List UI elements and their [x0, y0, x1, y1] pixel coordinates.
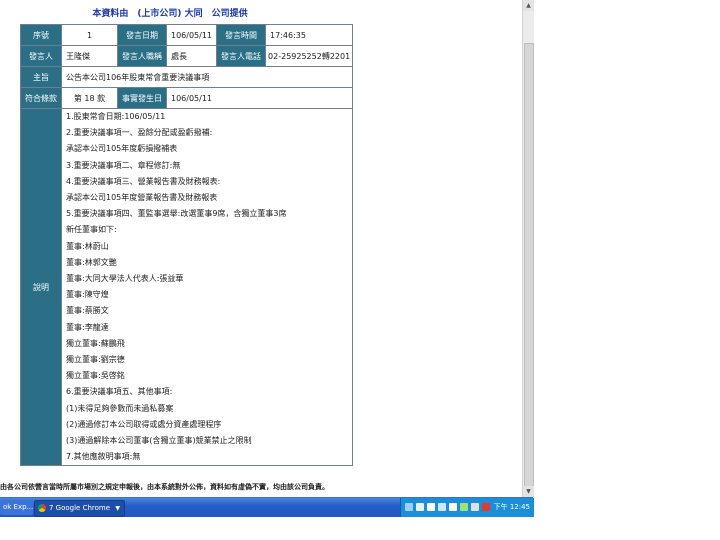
table-row: 說明 1.股東常會日期:106/05/11 2.重要決議事項一、盈餘分配或盈虧撥補… [20, 107, 354, 467]
subject-label: 主旨 [20, 66, 62, 88]
description-line: 2.重要決議事項一、盈餘分配或盈虧撥補: [66, 128, 213, 138]
disclaimer-text: 由各公司依營言當時所屬市場別之規定申報後，由本系統對外公佈，資料如有虛偽不實，均… [0, 483, 329, 491]
system-tray: 下午 12:45 [400, 498, 534, 517]
chevron-down-icon: ▼ [115, 505, 120, 512]
event-date-value: 106/05/11 [165, 87, 354, 109]
description-line: 獨立董事:蘇鵬飛 [66, 338, 125, 348]
description-label: 說明 [20, 107, 62, 467]
description-line: (3)通過解除本公司董事(含獨立董事)競業禁止之限制 [66, 436, 252, 446]
chrome-icon [38, 504, 46, 512]
description-line: 5.重要決議事項四、董監事選舉:改選董事9席，含獨立董事3席 [66, 209, 287, 219]
scrollbar-thumb[interactable] [524, 43, 534, 491]
event-date-label: 事實發生日 [117, 87, 167, 109]
description-body: 1.股東常會日期:106/05/11 2.重要決議事項一、盈餘分配或盈虧撥補: 承認… [60, 107, 354, 467]
description-line: 7.其他應敘明事項:無 [66, 452, 141, 462]
scroll-down-icon[interactable]: ▼ [523, 486, 534, 497]
security-icon[interactable] [460, 503, 468, 511]
seq-label: 序號 [20, 24, 62, 46]
description-line: 獨立董事:劉宗德 [66, 355, 125, 365]
table-row: 主旨 公告本公司106年股東常會重要決議事項 [20, 66, 354, 88]
taskbar: ok Exp... 7 Google Chrome ▼ 下午 12:45 [0, 497, 534, 517]
clause-label: 符合條款 [20, 87, 62, 109]
time-value: 17:46:35 [265, 24, 354, 46]
description-line: 董事:陳守煌 [66, 290, 109, 300]
description-line: 4.重要決議事項三、營業報告書及財務報表: [66, 176, 221, 186]
description-line: 董事:林郭文艷 [66, 257, 117, 267]
taskbar-item-chrome-label: 7 Google Chrome [49, 504, 111, 512]
table-row: 發言人 王隆傑 發言人職稱 處長 發言人電話 02-25925252轉2201 [20, 45, 354, 67]
date-label: 發言日期 [117, 24, 167, 46]
vertical-scrollbar[interactable]: ▲ ▼ [522, 0, 534, 497]
speaker-phone-label: 發言人電話 [216, 45, 267, 67]
description-line: 1.股東常會日期:106/05/11 [66, 112, 166, 121]
scroll-up-icon[interactable]: ▲ [523, 0, 534, 11]
page-title: 本資料由 (上市公司) 大同 公司提供 [92, 9, 248, 19]
clause-value: 第 18 款 [61, 87, 118, 109]
speaker-phone-value: 02-25925252轉2201 [265, 45, 354, 67]
taskbar-item-chrome[interactable]: 7 Google Chrome ▼ [34, 500, 125, 517]
help-icon[interactable] [449, 503, 457, 511]
input-method-icon[interactable] [416, 503, 424, 511]
network-icon[interactable] [405, 503, 413, 511]
description-line: 3.重要決議事項二、章程修訂:無 [66, 160, 181, 170]
taskbar-item-explorer[interactable]: ok Exp... [0, 500, 33, 515]
description-line: (1)未得足夠參數而未過私募案 [66, 403, 174, 413]
announcement-table: 序號 1 發言日期 106/05/11 發言時間 17:46:35 發言人 王隆… [20, 24, 354, 467]
description-line: 6.重要決議事項五、其他事項: [66, 387, 173, 397]
description-line: 董事:大同大學法人代表人:張益華 [66, 274, 184, 284]
description-line: 承認本公司105年度虧損撥補表 [66, 144, 178, 154]
description-line: (2)通過修訂本公司取得或處分資產處理程序 [66, 419, 222, 429]
description-line: 董事:蔡勝文 [66, 306, 109, 316]
document-icon[interactable] [427, 503, 435, 511]
description-line: 新任董事如下: [66, 225, 117, 235]
speaker-title-value: 處長 [165, 45, 218, 67]
keyboard-icon[interactable] [438, 503, 446, 511]
description-line: 承認本公司105年度營業報告書及財務報表 [66, 193, 218, 203]
subject-value: 公告本公司106年股東常會重要決議事項 [60, 66, 354, 88]
speaker-title-label: 發言人職稱 [117, 45, 167, 67]
description-line: 董事:李龍達 [66, 322, 109, 332]
time-label: 發言時間 [216, 24, 267, 46]
date-value: 106/05/11 [165, 24, 218, 46]
speaker-value: 王隆傑 [61, 45, 118, 67]
web-page-content: 本資料由 (上市公司) 大同 公司提供 序號 1 發言日期 106/05/11 … [0, 0, 522, 497]
clock[interactable]: 下午 12:45 [494, 498, 530, 517]
table-row: 符合條款 第 18 款 事實發生日 106/05/11 [20, 87, 354, 109]
volume-icon[interactable] [471, 503, 479, 511]
description-line: 董事:林蔚山 [66, 241, 109, 251]
seq-value: 1 [61, 24, 118, 46]
table-row: 序號 1 發言日期 106/05/11 發言時間 17:46:35 [20, 24, 354, 46]
description-line: 獨立董事:吳啓銘 [66, 371, 125, 381]
alert-icon[interactable] [482, 503, 490, 511]
speaker-label: 發言人 [20, 45, 62, 67]
